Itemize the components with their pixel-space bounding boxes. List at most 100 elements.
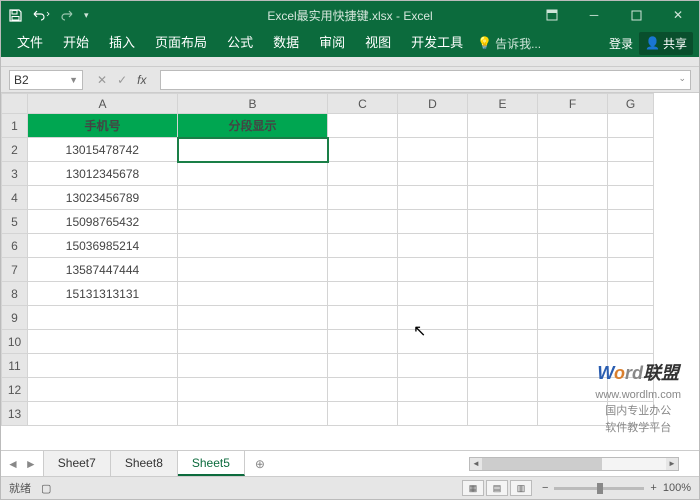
cell-F2[interactable] — [538, 138, 608, 162]
ribbon-tab-页面布局[interactable]: 页面布局 — [145, 29, 217, 57]
worksheet-grid[interactable]: ABCDEFG1手机号分段显示2130154787423130123456784… — [1, 93, 699, 450]
cell-A10[interactable] — [28, 330, 178, 354]
cell-D5[interactable] — [398, 210, 468, 234]
minimize-icon[interactable]: ─ — [573, 1, 615, 29]
row-header-8[interactable]: 8 — [2, 282, 28, 306]
close-icon[interactable]: ✕ — [657, 1, 699, 29]
cell-A8[interactable]: 15131313131 — [28, 282, 178, 306]
cell-F1[interactable] — [538, 114, 608, 138]
cell-E6[interactable] — [468, 234, 538, 258]
ribbon-tab-文件[interactable]: 文件 — [7, 29, 53, 57]
scroll-thumb[interactable] — [482, 458, 602, 470]
cell-E7[interactable] — [468, 258, 538, 282]
cell-B1[interactable]: 分段显示 — [178, 114, 328, 138]
cancel-formula-icon[interactable]: ✕ — [97, 73, 107, 87]
cell-G2[interactable] — [608, 138, 654, 162]
expand-formula-icon[interactable]: ⌄ — [678, 73, 686, 84]
cell-F4[interactable] — [538, 186, 608, 210]
maximize-icon[interactable] — [615, 1, 657, 29]
cell-C6[interactable] — [328, 234, 398, 258]
scroll-left-icon[interactable]: ◄ — [470, 458, 482, 470]
select-all-corner[interactable] — [2, 94, 28, 114]
row-header-13[interactable]: 13 — [2, 402, 28, 426]
cell-B7[interactable] — [178, 258, 328, 282]
cell-A13[interactable] — [28, 402, 178, 426]
row-header-11[interactable]: 11 — [2, 354, 28, 378]
share-button[interactable]: 👤共享 — [639, 32, 693, 55]
cell-A6[interactable]: 15036985214 — [28, 234, 178, 258]
cell-G7[interactable] — [608, 258, 654, 282]
cell-D10[interactable] — [398, 330, 468, 354]
ribbon-tab-开发工具[interactable]: 开发工具 — [401, 29, 473, 57]
cell-D7[interactable] — [398, 258, 468, 282]
save-icon[interactable] — [9, 9, 22, 22]
redo-icon[interactable] — [60, 9, 74, 21]
cell-E8[interactable] — [468, 282, 538, 306]
cell-D1[interactable] — [398, 114, 468, 138]
ribbon-options-icon[interactable] — [531, 1, 573, 29]
sheet-tab-Sheet7[interactable]: Sheet7 — [43, 451, 111, 476]
cell-B10[interactable] — [178, 330, 328, 354]
cell-C4[interactable] — [328, 186, 398, 210]
zoom-out-button[interactable]: − — [542, 482, 548, 494]
cell-D13[interactable] — [398, 402, 468, 426]
cell-F10[interactable] — [538, 330, 608, 354]
chevron-down-icon[interactable]: ▼ — [69, 75, 78, 85]
cell-G1[interactable] — [608, 114, 654, 138]
col-header-C[interactable]: C — [328, 94, 398, 114]
row-header-7[interactable]: 7 — [2, 258, 28, 282]
cell-A4[interactable]: 13023456789 — [28, 186, 178, 210]
row-header-10[interactable]: 10 — [2, 330, 28, 354]
qat-customize-icon[interactable]: ▾ — [84, 10, 89, 21]
cell-D6[interactable] — [398, 234, 468, 258]
new-sheet-button[interactable]: ⊕ — [245, 457, 275, 471]
cell-C3[interactable] — [328, 162, 398, 186]
row-header-2[interactable]: 2 — [2, 138, 28, 162]
ribbon-tab-开始[interactable]: 开始 — [53, 29, 99, 57]
ribbon-tab-数据[interactable]: 数据 — [263, 29, 309, 57]
name-box[interactable]: B2▼ — [9, 70, 83, 90]
cell-F5[interactable] — [538, 210, 608, 234]
cell-G4[interactable] — [608, 186, 654, 210]
fx-icon[interactable]: fx — [137, 73, 146, 87]
cell-F9[interactable] — [538, 306, 608, 330]
horizontal-scrollbar[interactable]: ◄ ► — [469, 457, 679, 471]
ribbon-tab-插入[interactable]: 插入 — [99, 29, 145, 57]
cell-G3[interactable] — [608, 162, 654, 186]
cell-A2[interactable]: 13015478742 — [28, 138, 178, 162]
cell-D8[interactable] — [398, 282, 468, 306]
cell-B2[interactable] — [178, 138, 328, 162]
cell-B11[interactable] — [178, 354, 328, 378]
row-header-4[interactable]: 4 — [2, 186, 28, 210]
formula-input[interactable]: ⌄ — [160, 70, 691, 90]
cell-A9[interactable] — [28, 306, 178, 330]
undo-icon[interactable] — [32, 9, 50, 21]
cell-F7[interactable] — [538, 258, 608, 282]
col-header-A[interactable]: A — [28, 94, 178, 114]
page-layout-view-button[interactable]: ▤ — [486, 480, 508, 496]
login-link[interactable]: 登录 — [609, 35, 633, 52]
ribbon-tab-视图[interactable]: 视图 — [355, 29, 401, 57]
cell-A5[interactable]: 15098765432 — [28, 210, 178, 234]
page-break-view-button[interactable]: ▥ — [510, 480, 532, 496]
col-header-G[interactable]: G — [608, 94, 654, 114]
cell-E3[interactable] — [468, 162, 538, 186]
cell-A12[interactable] — [28, 378, 178, 402]
cell-C1[interactable] — [328, 114, 398, 138]
row-header-1[interactable]: 1 — [2, 114, 28, 138]
row-header-9[interactable]: 9 — [2, 306, 28, 330]
cell-A11[interactable] — [28, 354, 178, 378]
cell-F6[interactable] — [538, 234, 608, 258]
cell-E5[interactable] — [468, 210, 538, 234]
cell-D3[interactable] — [398, 162, 468, 186]
sheet-tab-Sheet8[interactable]: Sheet8 — [111, 451, 178, 476]
row-header-3[interactable]: 3 — [2, 162, 28, 186]
cell-D12[interactable] — [398, 378, 468, 402]
row-header-6[interactable]: 6 — [2, 234, 28, 258]
cell-E11[interactable] — [468, 354, 538, 378]
cell-C5[interactable] — [328, 210, 398, 234]
col-header-F[interactable]: F — [538, 94, 608, 114]
cell-B9[interactable] — [178, 306, 328, 330]
cell-C7[interactable] — [328, 258, 398, 282]
sheet-nav-next-icon[interactable]: ► — [25, 457, 37, 471]
